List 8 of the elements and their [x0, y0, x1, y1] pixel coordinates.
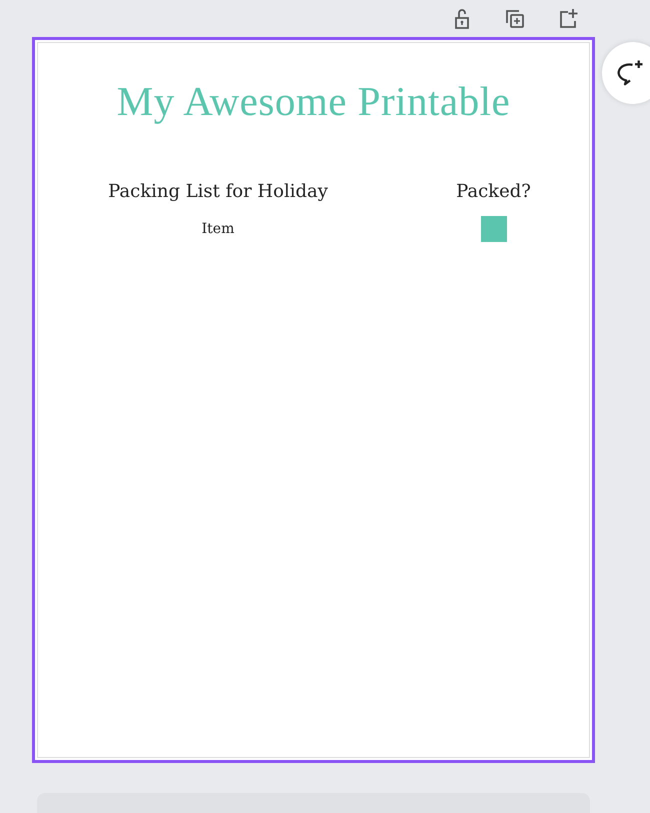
- table-cell: Item: [202, 221, 234, 237]
- column-header: Packing List for Holiday: [108, 181, 328, 202]
- square-shape: [480, 216, 506, 242]
- document-title: My Awesome Printable: [116, 77, 512, 125]
- page-frame[interactable]: My Awesome Printable Packing List for Holiday Packed? Item: [32, 37, 595, 763]
- comment-icon[interactable]: [615, 58, 645, 88]
- add-comment-button[interactable]: [602, 42, 650, 104]
- column-header: Packed?: [456, 181, 531, 202]
